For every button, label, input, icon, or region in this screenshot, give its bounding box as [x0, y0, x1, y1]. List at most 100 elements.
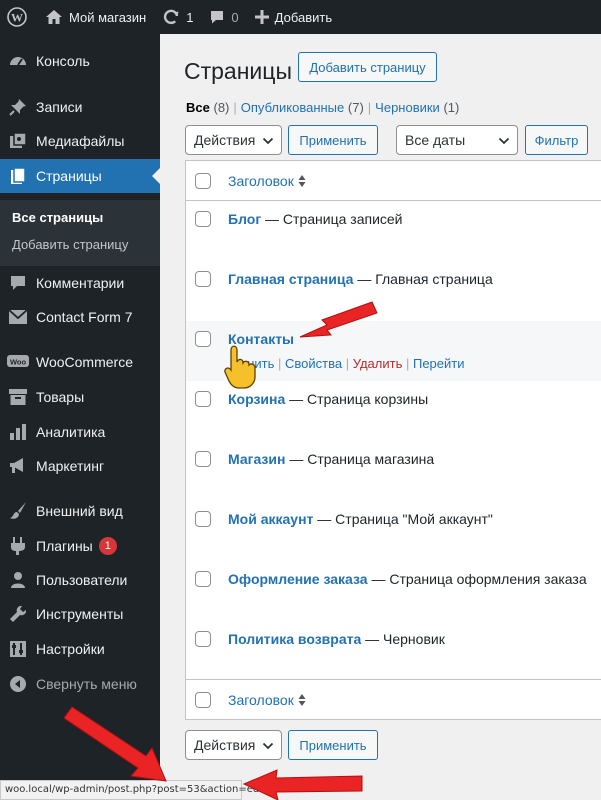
select-all-checkbox[interactable] — [195, 173, 211, 189]
filter-button[interactable]: Фильтр — [525, 125, 588, 155]
row-checkbox[interactable] — [195, 271, 211, 287]
view-filters: Все (8) | Опубликованные (7) | Черновики (1) — [186, 100, 460, 115]
megaphone-icon — [10, 458, 23, 473]
view-drafts-count: (1) — [443, 100, 460, 115]
comment-icon — [11, 276, 25, 290]
menu-item-media[interactable]: Медиафайлы — [0, 124, 160, 158]
column-title-label: Заголовок — [228, 172, 294, 189]
row-title-link[interactable]: Магазин — [228, 451, 285, 467]
apply-bulk-button-bottom[interactable]: Применить — [288, 730, 378, 760]
menu-item-posts[interactable]: Записи — [0, 90, 160, 124]
table-row: Оформление заказа — Страница оформления … — [186, 561, 601, 621]
table-row: Мой аккаунт — Страница "Мой аккаунт" — [186, 501, 601, 561]
date-filter-select[interactable]: Все даты — [396, 125, 518, 155]
menu-item-label: Маркетинг — [36, 458, 105, 474]
pin-icon — [9, 99, 26, 116]
plugins-update-badge: 1 — [98, 537, 117, 555]
row-state: — Страница оформления заказа — [367, 571, 587, 587]
row-checkbox[interactable] — [195, 571, 211, 587]
row-checkbox[interactable] — [195, 211, 211, 227]
menu-item-label: Комментарии — [36, 275, 125, 291]
plus-icon — [254, 10, 269, 24]
add-new-page-button[interactable]: Добавить страницу — [298, 52, 437, 82]
row-state: — Страница магазина — [285, 451, 435, 467]
bulk-actions-select[interactable]: Действия — [185, 125, 282, 155]
menu-item-label: Страницы — [36, 168, 102, 184]
submenu-all-pages[interactable]: Все страницы — [12, 210, 103, 225]
column-title-sort[interactable]: Заголовок — [228, 173, 306, 189]
chevron-down-icon — [498, 137, 510, 145]
view-published-count: (7) — [347, 100, 364, 115]
comments-link[interactable]: 0 — [201, 0, 246, 34]
pages-table: Заголовок Блог — Страница записей Главна… — [185, 160, 601, 720]
refresh-icon — [164, 9, 179, 25]
view-link[interactable]: Перейти — [413, 356, 465, 371]
menu-item-label: Аналитика — [36, 424, 106, 440]
chevron-down-icon — [262, 137, 274, 145]
menu-item-pages[interactable]: Страницы — [0, 159, 160, 193]
table-row: Корзина — Страница корзины — [186, 381, 601, 441]
row-state: — Страница "Мой аккаунт" — [313, 511, 493, 527]
collapse-menu-button[interactable]: Свернуть меню — [0, 667, 160, 701]
submenu-add-page[interactable]: Добавить страницу — [12, 237, 128, 252]
row-title-link[interactable]: Контакты — [228, 331, 294, 347]
apply-bulk-button[interactable]: Применить — [288, 125, 378, 155]
row-actions: енить | Свойства | Удалить | Перейти — [240, 356, 465, 371]
home-icon — [46, 10, 62, 24]
wordpress-logo-button[interactable]: W — [0, 0, 39, 34]
menu-item-label: Contact Form 7 — [36, 309, 133, 325]
bulk-actions-value: Действия — [194, 737, 256, 753]
menu-item-label: Инструменты — [36, 606, 124, 622]
row-title-link[interactable]: Главная страница — [228, 271, 353, 287]
archive-icon — [9, 389, 27, 405]
menu-item-analytics[interactable]: Аналитика — [0, 415, 160, 449]
row-checkbox[interactable] — [195, 391, 211, 407]
bulk-actions-select-bottom[interactable]: Действия — [185, 730, 282, 760]
menu-item-dashboard[interactable]: Консоль — [0, 44, 160, 78]
column-title-label: Заголовок — [228, 691, 294, 708]
edit-link[interactable]: енить — [240, 356, 274, 371]
new-content-link[interactable]: Добавить — [247, 0, 340, 34]
menu-item-woocommerce[interactable]: Woo WooCommerce — [0, 345, 160, 379]
row-state: — Страница записей — [261, 211, 403, 227]
quick-edit-link[interactable]: Свойства — [285, 356, 342, 371]
trash-link[interactable]: Удалить — [353, 356, 403, 371]
menu-item-label: Настройки — [36, 641, 105, 657]
row-title-link[interactable]: Оформление заказа — [228, 571, 368, 587]
comments-count: 0 — [231, 9, 239, 25]
row-title-link[interactable]: Политика возврата — [228, 631, 361, 647]
menu-item-plugins[interactable]: Плагины 1 — [0, 529, 160, 563]
row-title-link[interactable]: Блог — [228, 211, 261, 227]
pages-submenu: Все страницы Добавить страницу — [0, 200, 160, 266]
menu-item-products[interactable]: Товары — [0, 380, 160, 414]
menu-item-settings[interactable]: Настройки — [0, 632, 160, 666]
row-title-link[interactable]: Корзина — [228, 391, 285, 407]
menu-item-appearance[interactable]: Внешний вид — [0, 494, 160, 528]
row-checkbox[interactable] — [195, 451, 211, 467]
menu-item-comments[interactable]: Комментарии — [0, 266, 160, 300]
table-header: Заголовок — [186, 161, 601, 201]
menu-item-tools[interactable]: Инструменты — [0, 597, 160, 631]
svg-text:W: W — [11, 11, 23, 25]
date-filter-value: Все даты — [405, 132, 466, 148]
plugin-icon — [11, 537, 25, 555]
row-title-link[interactable]: Мой аккаунт — [228, 511, 313, 527]
admin-menu: Консоль Записи Медиафайлы Страницы Все с… — [0, 34, 160, 800]
site-name-link[interactable]: Мой магазин — [39, 0, 154, 34]
mail-icon — [8, 309, 28, 324]
updates-link[interactable]: 1 — [154, 0, 201, 34]
column-title-sort-footer[interactable]: Заголовок — [228, 692, 306, 708]
woo-icon: Woo — [7, 355, 29, 367]
view-drafts-link[interactable]: Черновики — [375, 100, 440, 115]
menu-item-users[interactable]: Пользователи — [0, 563, 160, 597]
menu-item-label: Свернуть меню — [36, 676, 137, 692]
row-checkbox[interactable] — [195, 331, 211, 347]
select-all-checkbox-footer[interactable] — [195, 692, 211, 708]
view-published-link[interactable]: Опубликованные — [241, 100, 345, 115]
menu-item-marketing[interactable]: Маркетинг — [0, 449, 160, 483]
menu-item-contact-form[interactable]: Contact Form 7 — [0, 300, 160, 334]
table-footer: Заголовок — [186, 679, 601, 719]
view-all-link[interactable]: Все — [186, 100, 210, 115]
row-checkbox[interactable] — [195, 631, 211, 647]
row-checkbox[interactable] — [195, 511, 211, 527]
